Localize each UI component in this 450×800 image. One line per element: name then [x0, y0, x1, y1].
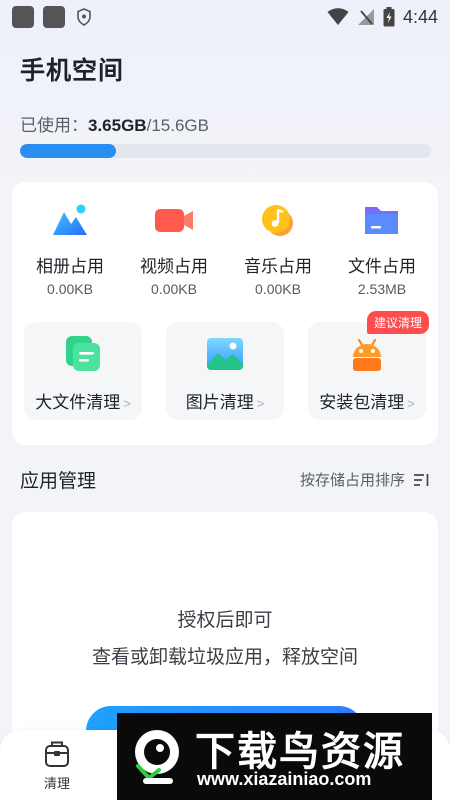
stat-label: 视频占用: [140, 257, 208, 276]
recommend-badge: 建议清理: [366, 311, 429, 334]
empty-state-description: 查看或卸载垃圾应用，释放空间: [91, 647, 358, 668]
status-bar: 4:44: [0, 0, 450, 34]
stat-value: 0.00KB: [47, 281, 93, 297]
stat-value: 0.00KB: [255, 281, 301, 297]
stat-video[interactable]: 视频占用 0.00KB: [122, 202, 226, 297]
bird-logo-icon: [135, 730, 179, 784]
chevron-right-icon: >: [123, 396, 131, 411]
tool-label: 图片清理: [185, 393, 254, 412]
clock: 4:44: [402, 6, 438, 27]
shield-icon: [77, 8, 91, 26]
stat-music[interactable]: 音乐占用 0.00KB: [226, 202, 330, 297]
storage-usage-label: 已使用：: [20, 116, 88, 135]
large-file-icon: [66, 336, 100, 371]
sort-by-storage-button[interactable]: 按存储占用排序: [300, 469, 430, 490]
cleanup-tools: 大文件清理 > 图片清理 > 建议清理 安装包清理 >: [24, 311, 429, 420]
tool-label: 大文件清理: [35, 393, 121, 412]
notification-app-icon: [12, 6, 34, 28]
stat-label: 相册占用: [36, 257, 104, 276]
watermark-url: www.xiazainiao.com: [197, 769, 372, 789]
stat-value: 2.53MB: [357, 281, 407, 297]
image-cleanup-button[interactable]: 图片清理 >: [166, 322, 284, 420]
storage-usage: 已使用：3.65GB/15.6GB: [20, 111, 209, 136]
stat-label: 文件占用: [348, 257, 416, 276]
tool-label: 安装包清理: [319, 393, 405, 412]
storage-progress-fill: [20, 144, 117, 158]
storage-overview-card: 相册占用 0.00KB 视频占用 0.00KB 音乐占用 0.00KB 文件占用…: [12, 182, 438, 445]
clean-icon: [45, 741, 69, 767]
storage-total-value: /15.6GB: [146, 116, 209, 135]
section-title: 应用管理: [20, 471, 97, 492]
empty-state-title: 授权后即可: [177, 610, 273, 631]
no-signal-icon: [357, 9, 374, 25]
battery-icon: [383, 7, 395, 27]
folder-icon: [365, 207, 398, 234]
stat-album[interactable]: 相册占用 0.00KB: [18, 202, 122, 297]
image-icon: [207, 338, 243, 370]
storage-progress-bar: [20, 144, 431, 158]
sort-icon: [414, 473, 429, 486]
storage-used-value: 3.65GB: [88, 116, 147, 135]
package-cleanup-button[interactable]: 建议清理 安装包清理 >: [308, 311, 429, 420]
stat-file[interactable]: 文件占用 2.53MB: [330, 202, 434, 297]
video-icon: [155, 209, 193, 232]
tab-label: 清理: [43, 776, 70, 791]
chevron-right-icon: >: [256, 396, 265, 411]
stat-value: 0.00KB: [151, 281, 197, 297]
app-management-header: 应用管理 按存储占用排序: [20, 466, 430, 493]
tab-clean[interactable]: 清理: [30, 740, 84, 792]
android-package-icon: [353, 338, 381, 371]
wifi-icon: [327, 8, 349, 25]
sort-label: 按存储占用排序: [299, 472, 405, 489]
album-icon: [53, 204, 87, 235]
chevron-right-icon: >: [407, 396, 415, 411]
large-file-cleanup-button[interactable]: 大文件清理 >: [24, 322, 142, 420]
stat-label: 音乐占用: [244, 257, 312, 276]
music-icon: [262, 205, 293, 236]
notification-app-icon: [43, 6, 65, 28]
storage-stats: 相册占用 0.00KB 视频占用 0.00KB 音乐占用 0.00KB 文件占用…: [12, 202, 438, 297]
watermark-banner: 下载鸟资源 www.xiazainiao.com: [117, 713, 432, 800]
page-title: 手机空间: [20, 57, 125, 85]
